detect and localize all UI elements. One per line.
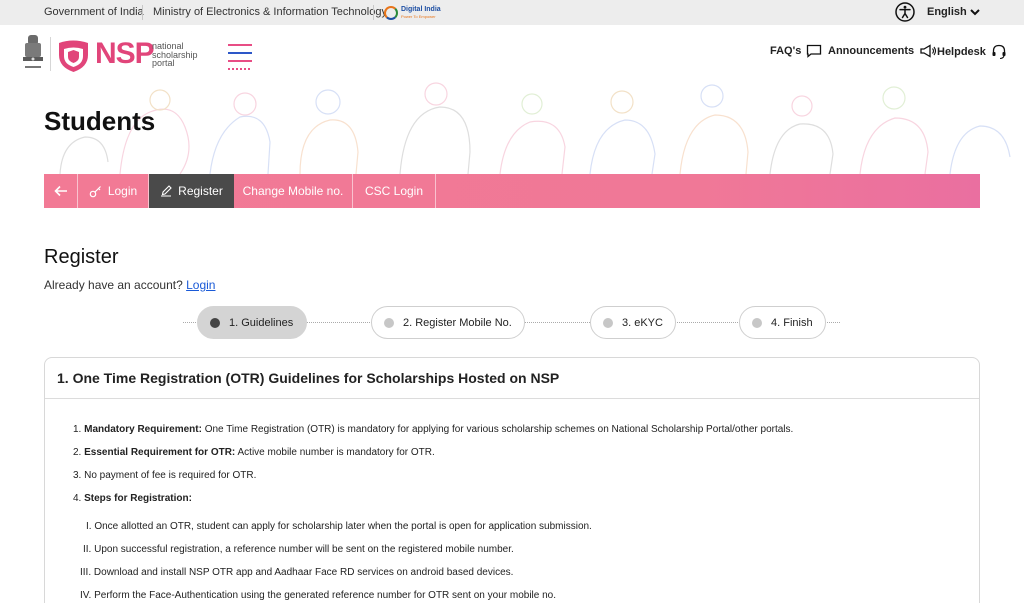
student-tabs: Login Register Change Mobile no. CSC Log…: [44, 174, 980, 208]
step-indicator-icon: [384, 317, 394, 328]
step-guidelines[interactable]: 1. Guidelines: [197, 306, 307, 339]
login-link[interactable]: Login: [186, 278, 215, 292]
site-header: NSP national scholarship portal FAQ's An…: [0, 25, 1024, 82]
step-label: 2. Register Mobile No.: [403, 316, 512, 329]
topbar-divider: [373, 5, 374, 20]
tab-change-mobile[interactable]: Change Mobile no.: [234, 174, 353, 208]
page-hero: Students: [0, 82, 1024, 174]
step-label: 4. Finish: [771, 316, 813, 329]
tab-csc-login[interactable]: CSC Login: [353, 174, 436, 208]
arrow-left-icon: [53, 185, 67, 197]
tab-change-mobile-label: Change Mobile no.: [242, 184, 344, 198]
announcements-link[interactable]: Announcements: [828, 44, 937, 58]
megaphone-icon: [920, 44, 937, 58]
digital-india-label: Digital India: [401, 5, 441, 13]
tab-register-label: Register: [178, 184, 223, 198]
back-button[interactable]: [44, 174, 78, 208]
digital-india-logo[interactable]: Digital India Power To Empower: [384, 3, 441, 22]
step-label: 1. Guidelines: [229, 316, 294, 329]
nsp-logo-text[interactable]: NSP: [95, 39, 155, 69]
edit-icon: [161, 185, 172, 197]
step-indicator-icon: [752, 317, 762, 328]
guidelines-title: 1. One Time Registration (OTR) Guideline…: [45, 358, 979, 399]
faq-label: FAQ's: [770, 45, 802, 57]
tab-login-label: Login: [107, 184, 138, 198]
tab-login[interactable]: Login: [78, 174, 149, 208]
step-finish[interactable]: 4. Finish: [739, 306, 826, 339]
nsp-shield-logo[interactable]: [57, 39, 90, 73]
step-indicator-icon: [210, 317, 220, 328]
helpdesk-label: Helpdesk: [937, 46, 986, 58]
digital-india-tagline: Power To Empower: [401, 13, 436, 19]
step-ekyc[interactable]: 3. eKYC: [590, 306, 676, 339]
step-register-mobile[interactable]: 2. Register Mobile No.: [371, 306, 525, 339]
topbar-divider: [142, 5, 143, 20]
helpdesk-link[interactable]: Helpdesk: [937, 44, 1007, 60]
tab-csc-login-label: CSC Login: [364, 184, 424, 198]
gov-topbar: Government of India Ministry of Electron…: [0, 0, 1024, 25]
digital-india-icon: [384, 5, 398, 20]
headset-icon: [992, 44, 1006, 60]
gov-of-india-link[interactable]: Government of India: [44, 6, 144, 18]
faq-link[interactable]: FAQ's: [770, 44, 822, 58]
guideline-subitem: II. Upon successful registration, a refe…: [83, 544, 514, 555]
announcements-label: Announcements: [828, 45, 915, 57]
page-title: Students: [44, 106, 156, 136]
accessibility-icon[interactable]: [895, 2, 915, 22]
nsp-logo-subtitle: national scholarship portal: [152, 41, 198, 68]
guideline-subitem: I. Once allotted an OTR, student can app…: [86, 521, 592, 532]
guideline-subitem: IV. Perform the Face-Authentication usin…: [80, 590, 557, 601]
language-select[interactable]: English: [927, 6, 967, 18]
chevron-down-icon[interactable]: [969, 7, 981, 17]
tab-register[interactable]: Register: [149, 174, 234, 208]
ministry-link[interactable]: Ministry of Electronics & Information Te…: [153, 6, 387, 18]
header-divider: [50, 37, 51, 71]
guideline-item: 3. No payment of fee is required for OTR…: [73, 470, 257, 481]
guideline-subitem: III. Download and install NSP OTR app an…: [80, 567, 514, 578]
key-icon: [89, 185, 101, 197]
register-heading: Register: [44, 246, 119, 268]
step-indicator-icon: [603, 317, 613, 328]
step-label: 3. eKYC: [622, 316, 663, 329]
guideline-item: 1. Mandatory Requirement: One Time Regis…: [73, 424, 794, 435]
already-account-text: Already have an account? Login: [44, 278, 216, 292]
chat-icon: [807, 44, 822, 58]
guideline-item: 2. Essential Requirement for OTR: Active…: [73, 447, 435, 458]
menu-toggle-button[interactable]: [228, 44, 252, 70]
guideline-item: 4. Steps for Registration:: [73, 493, 192, 504]
national-emblem-logo[interactable]: [20, 33, 46, 73]
